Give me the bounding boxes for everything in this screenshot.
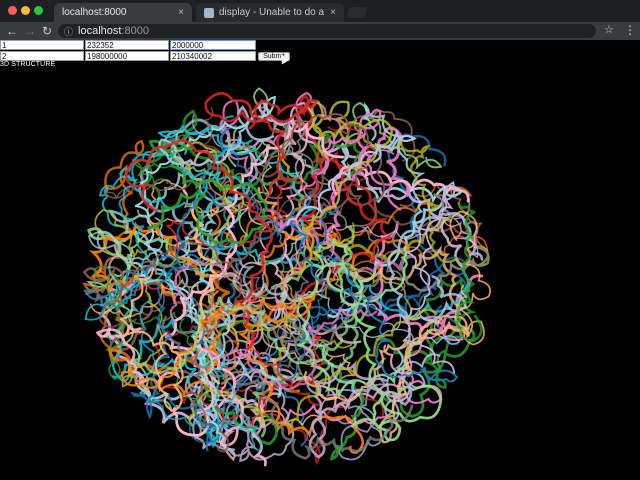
address-bar[interactable]: ⓘ localhost :8000 [58,24,596,38]
back-arrow-icon[interactable]: ← [6,23,18,39]
browser-chrome: localhost:8000 × display - Unable to do … [0,0,640,40]
structure-heading: 3D STRUCTURE [0,61,56,68]
tab-title: display - Unable to do a partic [219,7,326,18]
new-tab-button[interactable] [346,7,368,18]
reload-icon[interactable]: ↻ [42,23,52,39]
tab-strip: localhost:8000 × display - Unable to do … [0,0,640,22]
row2-chrom-input[interactable] [0,51,84,61]
bookmark-star-icon[interactable]: ☆ [604,23,614,36]
tab-display[interactable]: display - Unable to do a partic × [196,3,344,22]
minimize-window-button[interactable] [21,6,30,15]
row2-start-input[interactable] [85,51,169,61]
tab-localhost[interactable]: localhost:8000 × [54,3,192,22]
forward-arrow-icon[interactable]: → [24,23,36,39]
row1-start-input[interactable] [85,40,169,50]
maximize-window-button[interactable] [34,6,43,15]
browser-toolbar: ← → ↻ ⓘ localhost :8000 ☆ ⋮ [0,22,640,40]
address-port: :8000 [121,25,149,37]
tab-close-icon[interactable]: × [330,7,336,18]
address-host: localhost [78,25,122,37]
row1-end-input[interactable] [170,40,256,50]
page-favicon-icon [204,7,214,18]
page-content: Submit 3D STRUCTURE [0,40,640,480]
row1-chrom-input[interactable] [0,40,84,50]
close-window-button[interactable] [8,6,17,15]
row2-end-input[interactable] [170,51,256,61]
tab-close-icon[interactable]: × [178,7,184,18]
tab-title: localhost:8000 [62,7,127,18]
chromatin-3d-structure-canvas[interactable] [0,68,640,480]
kebab-menu-icon[interactable]: ⋮ [624,23,636,37]
info-icon[interactable]: ⓘ [64,25,73,38]
